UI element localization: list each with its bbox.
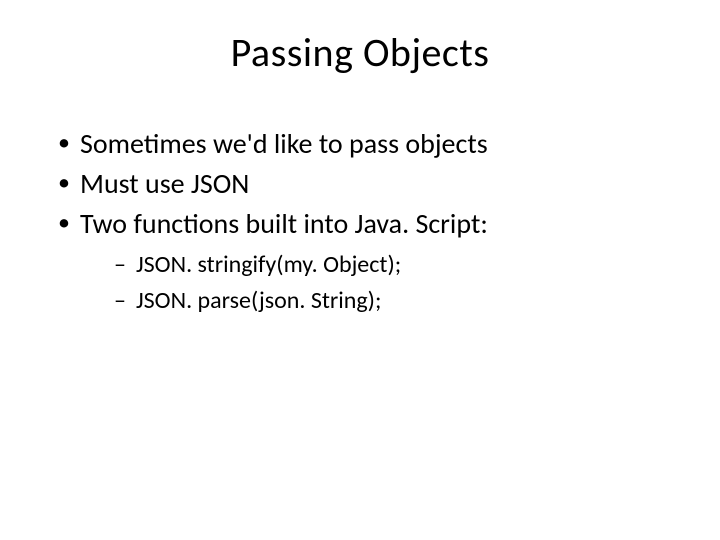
- list-item: Must use JSON: [52, 165, 680, 203]
- page-title: Passing Objects: [40, 28, 680, 77]
- sub-bullet-text: JSON. stringify(my. Object);: [136, 250, 401, 279]
- slide: Passing Objects Sometimes we'd like to p…: [0, 0, 720, 540]
- list-item: JSON. stringify(my. Object);: [112, 248, 680, 282]
- list-item: JSON. parse(json. String);: [112, 284, 680, 318]
- bullet-list: Sometimes we'd like to pass objects Must…: [40, 125, 680, 318]
- list-item: Sometimes we'd like to pass objects: [52, 125, 680, 163]
- sub-bullet-text: JSON. parse(json. String);: [136, 286, 381, 315]
- bullet-text: Must use JSON: [80, 166, 249, 201]
- bullet-text: Sometimes we'd like to pass objects: [80, 126, 488, 161]
- bullet-text: Two functions built into Java. Script:: [80, 206, 488, 241]
- sub-list: JSON. stringify(my. Object); JSON. parse…: [80, 248, 680, 317]
- list-item: Two functions built into Java. Script: J…: [52, 205, 680, 318]
